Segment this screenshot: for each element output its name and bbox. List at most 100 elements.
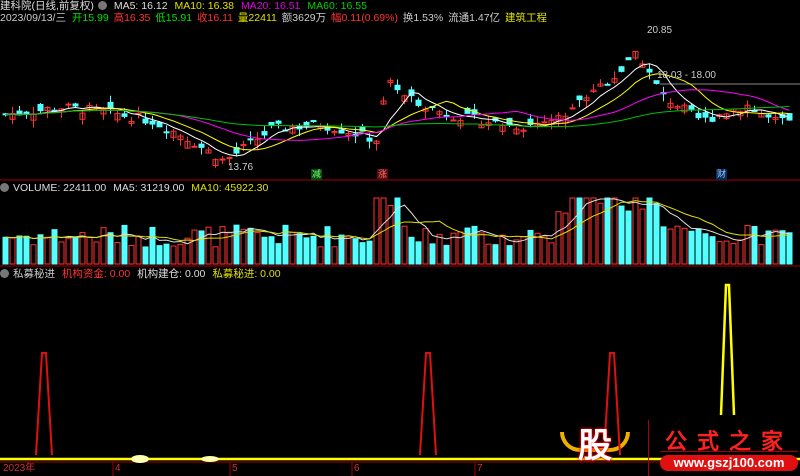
candle-body — [394, 84, 401, 91]
volume-bar — [93, 241, 100, 265]
volume-bar — [9, 237, 16, 265]
volume-bar — [604, 197, 611, 265]
volume-header: VOLUME: 22411.00 MA5: 31219.00 MA10: 459… — [0, 182, 272, 194]
fund-peak — [35, 352, 53, 456]
axis-label-apr: 4 — [115, 463, 121, 474]
volume-bar — [65, 237, 72, 265]
volume-bar — [618, 205, 625, 265]
candle-body — [72, 103, 79, 107]
volume-bar — [268, 236, 275, 265]
axis-label-jun: 6 — [354, 463, 360, 474]
candle-body — [275, 120, 282, 124]
candle-body — [37, 103, 44, 112]
volume-bar — [114, 242, 121, 265]
volume-bar — [247, 227, 254, 265]
range-label: 18.03 - 18.00 — [657, 70, 716, 81]
volume-bar — [51, 229, 58, 265]
candle-body — [646, 68, 653, 73]
volume-bar — [107, 232, 114, 265]
candle-body — [541, 121, 548, 124]
volume-bar — [730, 242, 737, 265]
indicator-header: 私募秘进 机构资金: 0.00 机构建仓: 0.00 私募秘进: 0.00 — [0, 268, 285, 280]
volume-bar — [716, 241, 723, 265]
candle-body — [338, 129, 345, 134]
candle-body — [65, 103, 72, 106]
indicator-fund: 机构资金: 0.00 — [61, 268, 131, 280]
volume-bar — [156, 245, 163, 265]
volume-bar — [23, 235, 30, 265]
candle-body — [450, 119, 457, 122]
volume-bar — [772, 229, 779, 265]
volume-bar — [205, 226, 212, 265]
candle-body — [310, 120, 317, 123]
volume-bar — [590, 197, 597, 265]
volume-bar — [58, 241, 65, 265]
volume-bar — [296, 233, 303, 265]
fund-peak — [419, 352, 437, 456]
volume-bar — [408, 236, 415, 265]
volume-bar — [254, 231, 261, 265]
marker-rise[interactable]: 涨 — [377, 169, 389, 180]
volume-bar — [681, 227, 688, 265]
candle-body — [625, 57, 632, 61]
low-price-label: 13.76 — [228, 162, 254, 173]
secret-bump — [201, 456, 219, 462]
volume-bar — [695, 228, 702, 265]
volume-bar — [443, 244, 450, 265]
candle-body — [149, 120, 156, 125]
secret-bump — [131, 455, 149, 463]
marker-finance[interactable]: 财 — [716, 169, 728, 180]
volume-bar — [429, 243, 436, 265]
volume-bar — [632, 197, 639, 265]
volume-bar — [548, 242, 555, 265]
volume-bar — [317, 246, 324, 265]
volume-bar — [44, 236, 51, 265]
volume-bar — [100, 227, 107, 265]
volume-bar — [345, 235, 352, 265]
volume-bar — [653, 203, 660, 265]
volume-bar — [485, 243, 492, 265]
volume-bar — [737, 239, 744, 265]
volume-bar — [282, 224, 289, 265]
volume-bar — [758, 244, 765, 265]
candle-body — [569, 107, 576, 110]
candle-body — [198, 143, 205, 148]
volume-bar — [422, 228, 429, 265]
axis-label-year: 2023年 — [3, 463, 36, 474]
indicator-name: 私募秘进 — [13, 268, 55, 280]
watermark-logo: 股 公式之家 www.gszj100.com — [560, 420, 800, 476]
volume-bar — [464, 227, 471, 265]
dropdown-icon[interactable] — [0, 183, 9, 192]
volume-bar — [331, 246, 338, 265]
volume-bar — [170, 245, 177, 265]
volume-bar — [289, 231, 296, 265]
volume-bar — [639, 208, 646, 265]
marker-reduce[interactable]: 减 — [311, 169, 323, 180]
volume-bar — [751, 225, 758, 265]
axis-label-jul: 7 — [477, 463, 483, 474]
volume-bar — [212, 246, 219, 265]
volume-bar — [163, 243, 170, 265]
volume-bar — [576, 197, 583, 265]
volume-bar — [128, 244, 135, 265]
logo-char: 股 — [578, 427, 612, 465]
candle-body — [366, 137, 373, 142]
dropdown-icon[interactable] — [0, 269, 9, 278]
candle-body — [688, 105, 695, 110]
volume-bar — [16, 235, 23, 265]
volume-bar — [135, 236, 142, 265]
candle-body — [604, 83, 611, 86]
volume-bar — [499, 234, 506, 265]
volume-bar — [660, 226, 667, 265]
volume-bar — [674, 225, 681, 265]
volume-bar — [555, 211, 562, 265]
logo-url[interactable]: www.gszj100.com — [660, 455, 798, 471]
volume-bar — [352, 238, 359, 265]
candle-body — [142, 118, 149, 124]
volume-bar — [191, 229, 198, 265]
volume-bar — [611, 197, 618, 265]
candle-body — [618, 66, 625, 72]
volume-bar — [198, 230, 205, 265]
volume-bar — [436, 233, 443, 265]
volume-bar — [121, 224, 128, 265]
